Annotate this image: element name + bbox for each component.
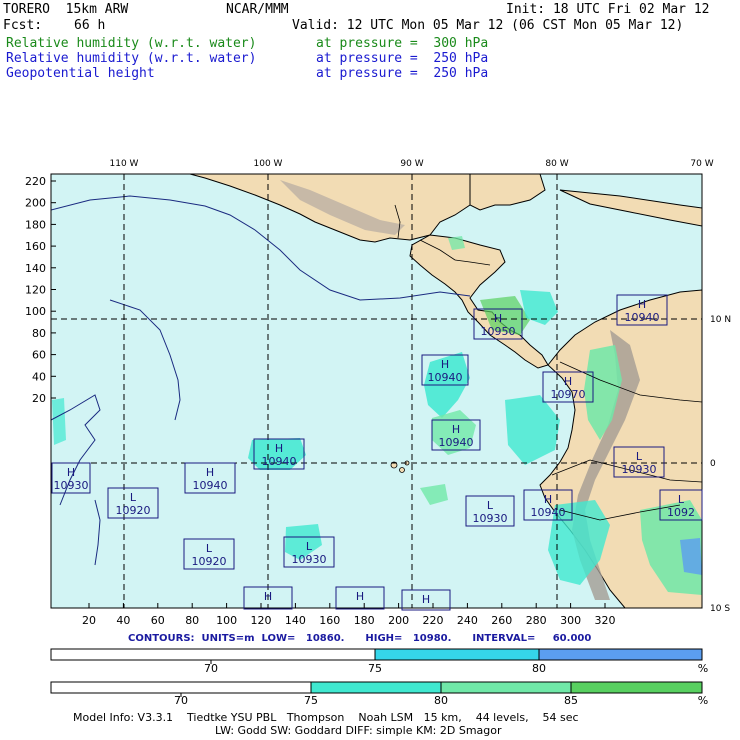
latitude-label: 10 N [710, 315, 731, 325]
x-tick-label: 260 [491, 614, 512, 627]
y-tick-label: 80 [32, 327, 46, 340]
x-tick-label: 100 [216, 614, 237, 627]
x-tick-label: 280 [526, 614, 547, 627]
y-tick-label: 20 [32, 392, 46, 405]
center-value: 10940 [625, 311, 660, 324]
x-tick-label: 320 [595, 614, 616, 627]
x-tick-label: 160 [319, 614, 340, 627]
colorbar-250hpa: 70 75 80 % [50, 648, 708, 675]
longitude-label: 80 W [545, 159, 568, 169]
colorbar-300-label: 80 [434, 694, 448, 707]
colorbar-300-segment [440, 681, 572, 694]
colorbar-250-segment [50, 648, 376, 661]
colorbar-250-label: 80 [532, 662, 546, 675]
center-value: 10940 [531, 506, 566, 519]
y-tick-label: 220 [25, 175, 46, 188]
center-value: 10940 [193, 479, 228, 492]
colorbar-300hpa: 70 75 80 85 % [50, 681, 708, 707]
colorbar-300-segment [570, 681, 703, 694]
y-tick-label: 140 [25, 262, 46, 275]
center-type: H [67, 466, 75, 479]
center-value: 10940 [262, 455, 297, 468]
galapagos-island [399, 467, 405, 473]
y-tick-label: 60 [32, 349, 46, 362]
center-type: L [130, 491, 137, 504]
colorbar-300-label: 75 [304, 694, 318, 707]
center-type: H [264, 590, 272, 603]
center-type: H [206, 466, 214, 479]
x-tick-label: 300 [560, 614, 581, 627]
colorbar-300-segment [310, 681, 442, 694]
model-info: Model Info: V3.3.1 Tiedtke YSU PBL Thomp… [73, 711, 579, 724]
y-tick-label: 120 [25, 284, 46, 297]
x-tick-label: 140 [285, 614, 306, 627]
center-value: 1092 [667, 506, 695, 519]
center-type: H [452, 423, 460, 436]
center-type: H [356, 590, 364, 603]
center-value: 10930 [292, 553, 327, 566]
y-tick-label: 40 [32, 370, 46, 383]
center-type: H [544, 493, 552, 506]
center-type: H [494, 312, 502, 325]
colorbar-300-label: 70 [174, 694, 188, 707]
latitude-labels: 10 N 0 10 S [710, 315, 731, 614]
longitude-labels: 110 W 100 W 90 W 80 W 70 W [110, 159, 714, 169]
weather-map: 220 200 180 160 140 120 100 80 60 40 20 20 40 60 80 10… [25, 159, 731, 627]
center-value: 10940 [439, 436, 474, 449]
center-type: L [636, 450, 643, 463]
center-value: 10970 [551, 388, 586, 401]
center-type: H [422, 593, 430, 606]
x-tick-label: 20 [82, 614, 96, 627]
colorbar-300-unit: % [698, 694, 708, 707]
center-type: L [487, 499, 494, 512]
x-tick-label: 40 [116, 614, 130, 627]
x-tick-label: 240 [457, 614, 478, 627]
colorbar-300-segment [50, 681, 312, 694]
colorbar-250-segment [538, 648, 703, 661]
center-type: H [638, 298, 646, 311]
x-tick-label: 80 [185, 614, 199, 627]
center-type: H [441, 358, 449, 371]
colorbar-250-label: 70 [204, 662, 218, 675]
latitude-label: 0 [710, 459, 716, 469]
center-value: 10950 [481, 325, 516, 338]
center-value: 10930 [473, 512, 508, 525]
x-tick-label: 220 [423, 614, 444, 627]
longitude-label: 70 W [690, 159, 713, 169]
y-tick-label: 180 [25, 218, 46, 231]
center-type: H [564, 375, 572, 388]
x-tick-label: 60 [151, 614, 165, 627]
colorbar-250-label: 75 [368, 662, 382, 675]
y-tick-label: 160 [25, 240, 46, 253]
y-tick-label: 100 [25, 305, 46, 318]
longitude-label: 110 W [110, 159, 139, 169]
center-value: 10940 [428, 371, 463, 384]
x-tick-label: 120 [251, 614, 272, 627]
physics-info: LW: Godd SW: Goddard DIFF: simple KM: 2D… [215, 724, 502, 737]
center-value: 10920 [192, 555, 227, 568]
colorbar-300-label: 85 [564, 694, 578, 707]
y-tick-label: 200 [25, 197, 46, 210]
center-type: L [306, 540, 313, 553]
center-value: 10930 [622, 463, 657, 476]
center-value: 10930 [54, 479, 89, 492]
longitude-label: 90 W [400, 159, 423, 169]
x-tick-label: 180 [354, 614, 375, 627]
center-type: L [678, 493, 685, 506]
colorbar-250-unit: % [698, 662, 708, 675]
longitude-label: 100 W [254, 159, 283, 169]
center-type: L [206, 542, 213, 555]
center-value: 10920 [116, 504, 151, 517]
latitude-label: 10 S [710, 604, 730, 614]
colorbar-250-segment [374, 648, 540, 661]
x-tick-label: 200 [388, 614, 409, 627]
center-type: H [275, 442, 283, 455]
